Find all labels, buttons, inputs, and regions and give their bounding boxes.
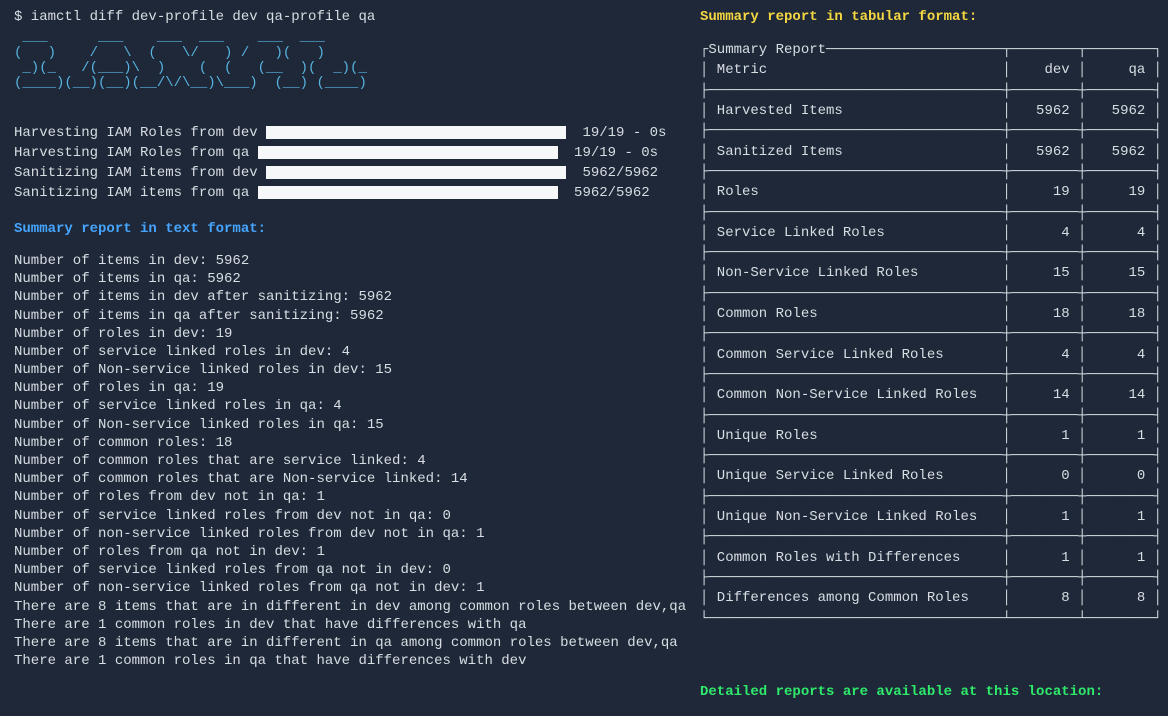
text-report-line: There are 8 items that are in different … (14, 598, 682, 616)
progress-bar (258, 146, 558, 159)
progress-label: Harvesting IAM Roles from dev (14, 124, 266, 142)
text-report-line: Number of service linked roles in dev: 4 (14, 343, 682, 361)
text-report-title: Summary report in text format: (14, 220, 682, 238)
progress-bar (258, 186, 558, 199)
right-column: Summary report in tabular format: ┌Summa… (692, 0, 1166, 716)
text-report-line: Number of items in qa: 5962 (14, 270, 682, 288)
text-report-line: Number of roles from qa not in dev: 1 (14, 543, 682, 561)
progress-label: Sanitizing IAM items from qa (14, 184, 258, 202)
text-report-line: Number of service linked roles in qa: 4 (14, 397, 682, 415)
ascii-logo: ___ ___ ___ ___ ___ ___ ( ) / \ ( \/ ) /… (14, 30, 682, 92)
table-report-title: Summary report in tabular format: (700, 8, 1154, 26)
progress-row: Harvesting IAM Roles from dev 19/19 - 0s (14, 124, 682, 142)
progress-row: Harvesting IAM Roles from qa 19/19 - 0s (14, 144, 682, 162)
left-column: $ iamctl diff dev-profile dev qa-profile… (0, 0, 692, 716)
progress-row: Sanitizing IAM items from dev 5962/5962 (14, 164, 682, 182)
text-report-line: Number of Non-service linked roles in de… (14, 361, 682, 379)
text-report-line: There are 1 common roles in qa that have… (14, 652, 682, 670)
text-report-line: Number of service linked roles from qa n… (14, 561, 682, 579)
text-report-line: Number of common roles: 18 (14, 434, 682, 452)
progress-label: Harvesting IAM Roles from qa (14, 144, 258, 162)
text-report-line: Number of service linked roles from dev … (14, 507, 682, 525)
text-report-line: Number of non-service linked roles from … (14, 579, 682, 597)
text-report-line: There are 8 items that are in different … (14, 634, 682, 652)
text-report-line: Number of items in dev after sanitizing:… (14, 288, 682, 306)
progress-value: 19/19 - 0s (566, 144, 658, 162)
progress-block: Harvesting IAM Roles from dev 19/19 - 0s… (14, 124, 682, 202)
text-report-line: Number of items in qa after sanitizing: … (14, 307, 682, 325)
progress-value: 5962/5962 (574, 164, 658, 182)
terminal-output: $ iamctl diff dev-profile dev qa-profile… (0, 0, 1168, 716)
text-report: Number of items in dev: 5962Number of it… (14, 252, 682, 670)
progress-bar (266, 126, 566, 139)
footer-line1: Detailed reports are available at this l… (700, 683, 1154, 701)
footer-location: Detailed reports are available at this l… (700, 647, 1154, 716)
text-report-line: Number of roles from dev not in qa: 1 (14, 488, 682, 506)
progress-row: Sanitizing IAM items from qa 5962/5962 (14, 184, 682, 202)
text-report-line: Number of common roles that are Non-serv… (14, 470, 682, 488)
progress-bar (266, 166, 566, 179)
shell-prompt: $ iamctl diff dev-profile dev qa-profile… (14, 8, 682, 26)
text-report-line: Number of non-service linked roles from … (14, 525, 682, 543)
text-report-line: Number of Non-service linked roles in qa… (14, 416, 682, 434)
text-report-line: There are 1 common roles in dev that hav… (14, 616, 682, 634)
progress-label: Sanitizing IAM items from dev (14, 164, 266, 182)
text-report-line: Number of items in dev: 5962 (14, 252, 682, 270)
summary-table: ┌Summary Report─────────────────────┬───… (700, 40, 1154, 629)
text-report-line: Number of roles in qa: 19 (14, 379, 682, 397)
text-report-line: Number of common roles that are service … (14, 452, 682, 470)
progress-value: 5962/5962 (566, 184, 650, 202)
progress-value: 19/19 - 0s (574, 124, 666, 142)
text-report-line: Number of roles in dev: 19 (14, 325, 682, 343)
